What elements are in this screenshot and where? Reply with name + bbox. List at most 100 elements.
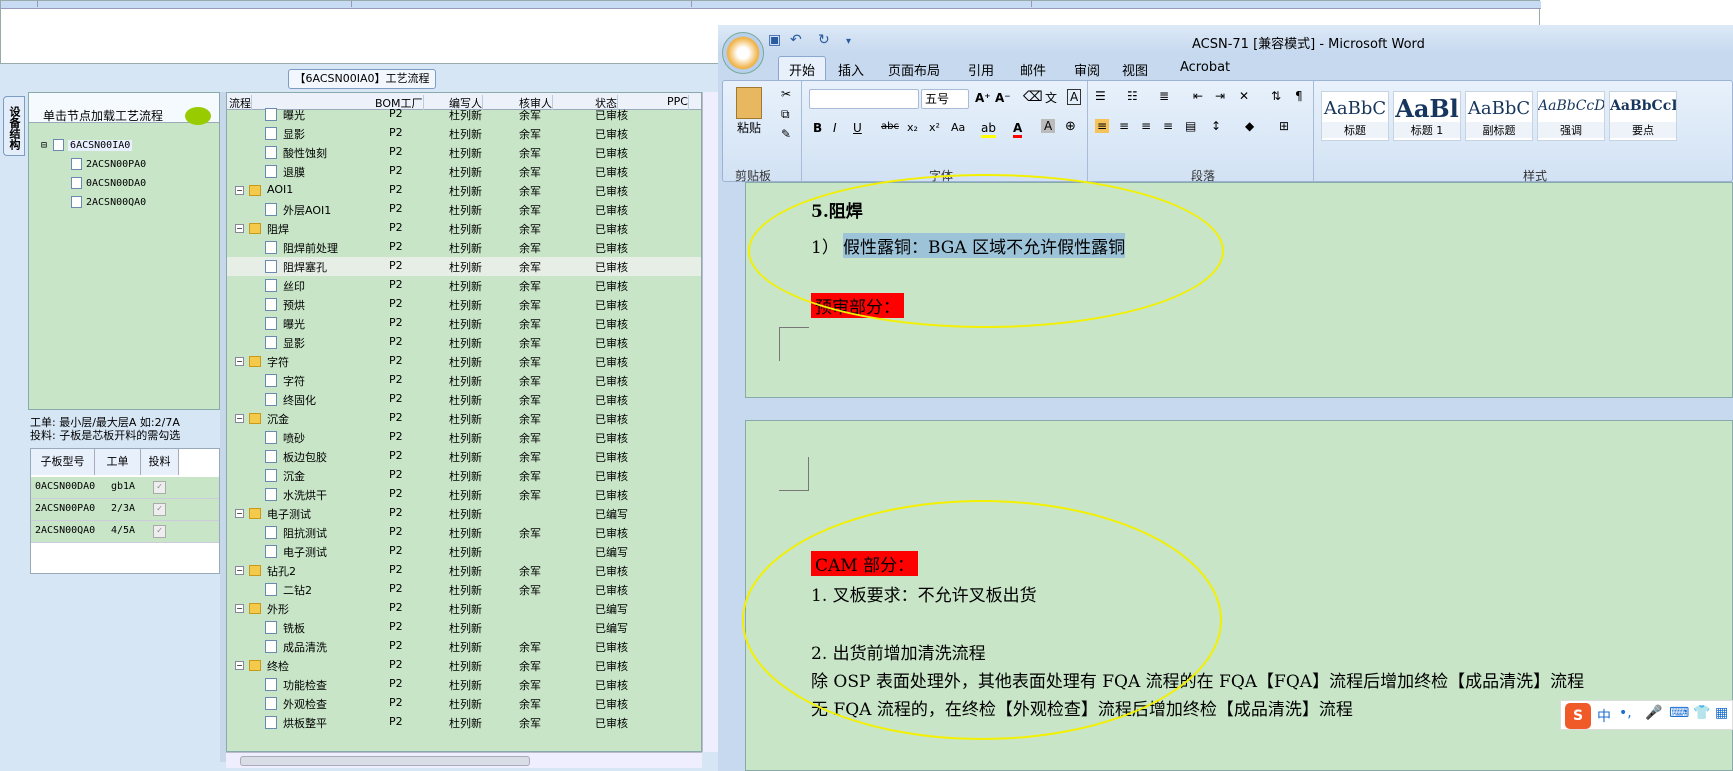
vertical-scrollbar[interactable]	[702, 92, 718, 752]
ribbon-tab[interactable]: 引用	[968, 60, 994, 79]
scroll-thumb[interactable]	[240, 756, 530, 766]
flow-row[interactable]: − 电子测试 P2 杜列新 已编写	[227, 504, 701, 523]
tree-node[interactable]: 2ACSN00PA0	[71, 158, 146, 170]
ribbon-tab[interactable]: 开始	[778, 56, 827, 80]
collapse-toggle[interactable]: −	[235, 661, 244, 670]
multilevel-list-icon[interactable]: ≣	[1159, 89, 1169, 103]
phonetic-icon[interactable]: 文	[1045, 89, 1057, 106]
flow-row[interactable]: 退膜 P2 杜列新 余军 已审核	[227, 162, 701, 181]
bullets-icon[interactable]: ☰	[1095, 89, 1106, 103]
style-gallery-item[interactable]: AaBbC 副标题	[1465, 91, 1533, 141]
shading-icon[interactable]: ◆	[1245, 119, 1254, 133]
flow-row[interactable]: 外层AOI1 P2 杜列新 余军 已审核	[227, 200, 701, 219]
chinese-layout-icon[interactable]: ✕	[1239, 89, 1249, 103]
char-border-icon[interactable]: A	[1067, 89, 1082, 105]
collapse-toggle[interactable]: −	[235, 357, 244, 366]
flow-row[interactable]: − 字符 P2 杜列新 余军 已审核	[227, 352, 701, 371]
flow-row[interactable]: 水洗烘干 P2 杜列新 余军 已审核	[227, 485, 701, 504]
font-name-select[interactable]	[809, 89, 919, 109]
collapse-toggle[interactable]: −	[235, 414, 244, 423]
numbering-icon[interactable]: ☷	[1127, 89, 1138, 103]
align-center-icon[interactable]: ≡	[1119, 119, 1129, 133]
enclose-char-icon[interactable]: ⊕	[1065, 119, 1076, 134]
ribbon-tab[interactable]: 视图	[1122, 60, 1148, 79]
flow-row[interactable]: 曝光 P2 杜列新 余军 已审核	[227, 314, 701, 333]
paste-button[interactable]: 粘贴	[731, 87, 767, 145]
flow-row[interactable]: 终固化 P2 杜列新 余军 已审核	[227, 390, 701, 409]
grow-font-icon[interactable]: A⁺	[975, 91, 991, 105]
clear-format-icon[interactable]: ⌫	[1023, 89, 1043, 105]
ribbon-tab[interactable]: 审阅	[1074, 60, 1100, 79]
flow-row[interactable]: − 终检 P2 杜列新 余军 已审核	[227, 656, 701, 675]
flow-row[interactable]: 显影 P2 杜列新 余军 已审核	[227, 124, 701, 143]
italic-icon[interactable]: I	[833, 121, 837, 135]
ribbon-tab[interactable]: 插入	[838, 60, 864, 79]
collapse-toggle[interactable]: ⊟	[41, 140, 53, 151]
copy-icon[interactable]: ⧉	[781, 107, 790, 122]
style-gallery-item[interactable]: AaBbC 标题	[1321, 91, 1389, 141]
subscript-icon[interactable]: x₂	[907, 121, 918, 134]
flow-row[interactable]: 板边包胶 P2 杜列新 余军 已审核	[227, 447, 701, 466]
flow-row[interactable]: 酸性蚀刻 P2 杜列新 余军 已审核	[227, 143, 701, 162]
horizontal-scrollbar[interactable]	[226, 752, 702, 768]
flow-row[interactable]: 显影 P2 杜列新 余军 已审核	[227, 333, 701, 352]
save-icon[interactable]: ▣	[768, 32, 781, 48]
punctuation-icon[interactable]: •,	[1619, 705, 1632, 721]
flow-row[interactable]: 沉金 P2 杜列新 余军 已审核	[227, 466, 701, 485]
flow-row[interactable]: 烘板整平 P2 杜列新 余军 已审核	[227, 713, 701, 732]
sub-table-row[interactable]: 2ACSN00QA0 4/5A ✓	[31, 521, 219, 543]
format-painter-icon[interactable]: ✎	[781, 127, 791, 141]
tree-node[interactable]: 0ACSN00DA0	[71, 177, 146, 189]
sub-table-header[interactable]: 子板型号	[31, 449, 95, 475]
sort-icon[interactable]: ⇅	[1271, 89, 1281, 103]
sub-table-header[interactable]: 工单	[95, 449, 141, 475]
flow-row[interactable]: − 沉金 P2 杜列新 余军 已审核	[227, 409, 701, 428]
collapse-toggle[interactable]: −	[235, 186, 244, 195]
mic-icon[interactable]: 🎤	[1645, 705, 1662, 721]
align-left-icon[interactable]: ≡	[1095, 119, 1110, 133]
material-checkbox[interactable]: ✓	[153, 525, 166, 538]
tree-node[interactable]: 2ACSN00QA0	[71, 196, 146, 208]
cut-icon[interactable]: ✂	[781, 87, 791, 101]
sub-table-header[interactable]: 投料	[141, 449, 179, 475]
increase-indent-icon[interactable]: ⇥	[1215, 89, 1225, 103]
flow-row[interactable]: 喷砂 P2 杜列新 余军 已审核	[227, 428, 701, 447]
ribbon-tab[interactable]: 邮件	[1020, 60, 1046, 79]
flow-row[interactable]: 成品清洗 P2 杜列新 余军 已审核	[227, 637, 701, 656]
flow-row[interactable]: 外观检查 P2 杜列新 余军 已审核	[227, 694, 701, 713]
justify-icon[interactable]: ≡	[1163, 119, 1173, 133]
skin-icon[interactable]: 👕	[1693, 705, 1710, 721]
char-shading-icon[interactable]: A	[1041, 119, 1056, 133]
tree-node[interactable]: ⊟ 6ACSN00IA0	[41, 139, 133, 151]
speech-bubble-icon[interactable]	[185, 107, 211, 125]
distributed-icon[interactable]: ▤	[1185, 119, 1196, 133]
collapse-toggle[interactable]: −	[235, 604, 244, 613]
flow-row[interactable]: 电子测试 P2 杜列新 已编写	[227, 542, 701, 561]
flow-row[interactable]: − 钻孔2 P2 杜列新 余军 已审核	[227, 561, 701, 580]
borders-icon[interactable]: ⊞	[1279, 119, 1289, 133]
flow-row[interactable]: 阻焊前处理 P2 杜列新 余军 已审核	[227, 238, 701, 257]
flow-row[interactable]: 阻抗测试 P2 杜列新 余军 已审核	[227, 523, 701, 542]
decrease-indent-icon[interactable]: ⇤	[1193, 89, 1203, 103]
ribbon-tab[interactable]: Acrobat	[1180, 60, 1230, 75]
sub-table-row[interactable]: 0ACSN00DA0 gb1A ✓	[31, 477, 219, 499]
material-checkbox[interactable]: ✓	[153, 503, 166, 516]
flow-row[interactable]: − AOI1 P2 杜列新 余军 已审核	[227, 181, 701, 200]
flow-row[interactable]: 字符 P2 杜列新 余军 已审核	[227, 371, 701, 390]
shrink-font-icon[interactable]: A⁻	[995, 91, 1011, 105]
flow-row[interactable]: 曝光 P2 杜列新 余军 已审核	[227, 105, 701, 124]
collapse-toggle[interactable]: −	[235, 224, 244, 233]
strikethrough-icon[interactable]: abc	[881, 121, 899, 132]
undo-icon[interactable]: ↶	[790, 32, 802, 48]
keyboard-icon[interactable]: ⌨	[1669, 705, 1689, 721]
highlight-icon[interactable]: ab	[981, 121, 996, 138]
font-size-select[interactable]: 五号	[921, 89, 969, 109]
ime-toolbar[interactable]: S 中 •, 🎤 ⌨ 👕 ▦	[1560, 700, 1733, 730]
ime-mode[interactable]: 中	[1597, 706, 1611, 726]
flow-row[interactable]: 铣板 P2 杜列新 已编写	[227, 618, 701, 637]
ribbon-tab[interactable]: 页面布局	[888, 60, 940, 79]
style-gallery-item[interactable]: AaBbCcD 强调	[1537, 91, 1605, 141]
change-case-icon[interactable]: Aa	[951, 121, 965, 134]
flow-row[interactable]: 二钻2 P2 杜列新 余军 已审核	[227, 580, 701, 599]
collapse-toggle[interactable]: −	[235, 509, 244, 518]
